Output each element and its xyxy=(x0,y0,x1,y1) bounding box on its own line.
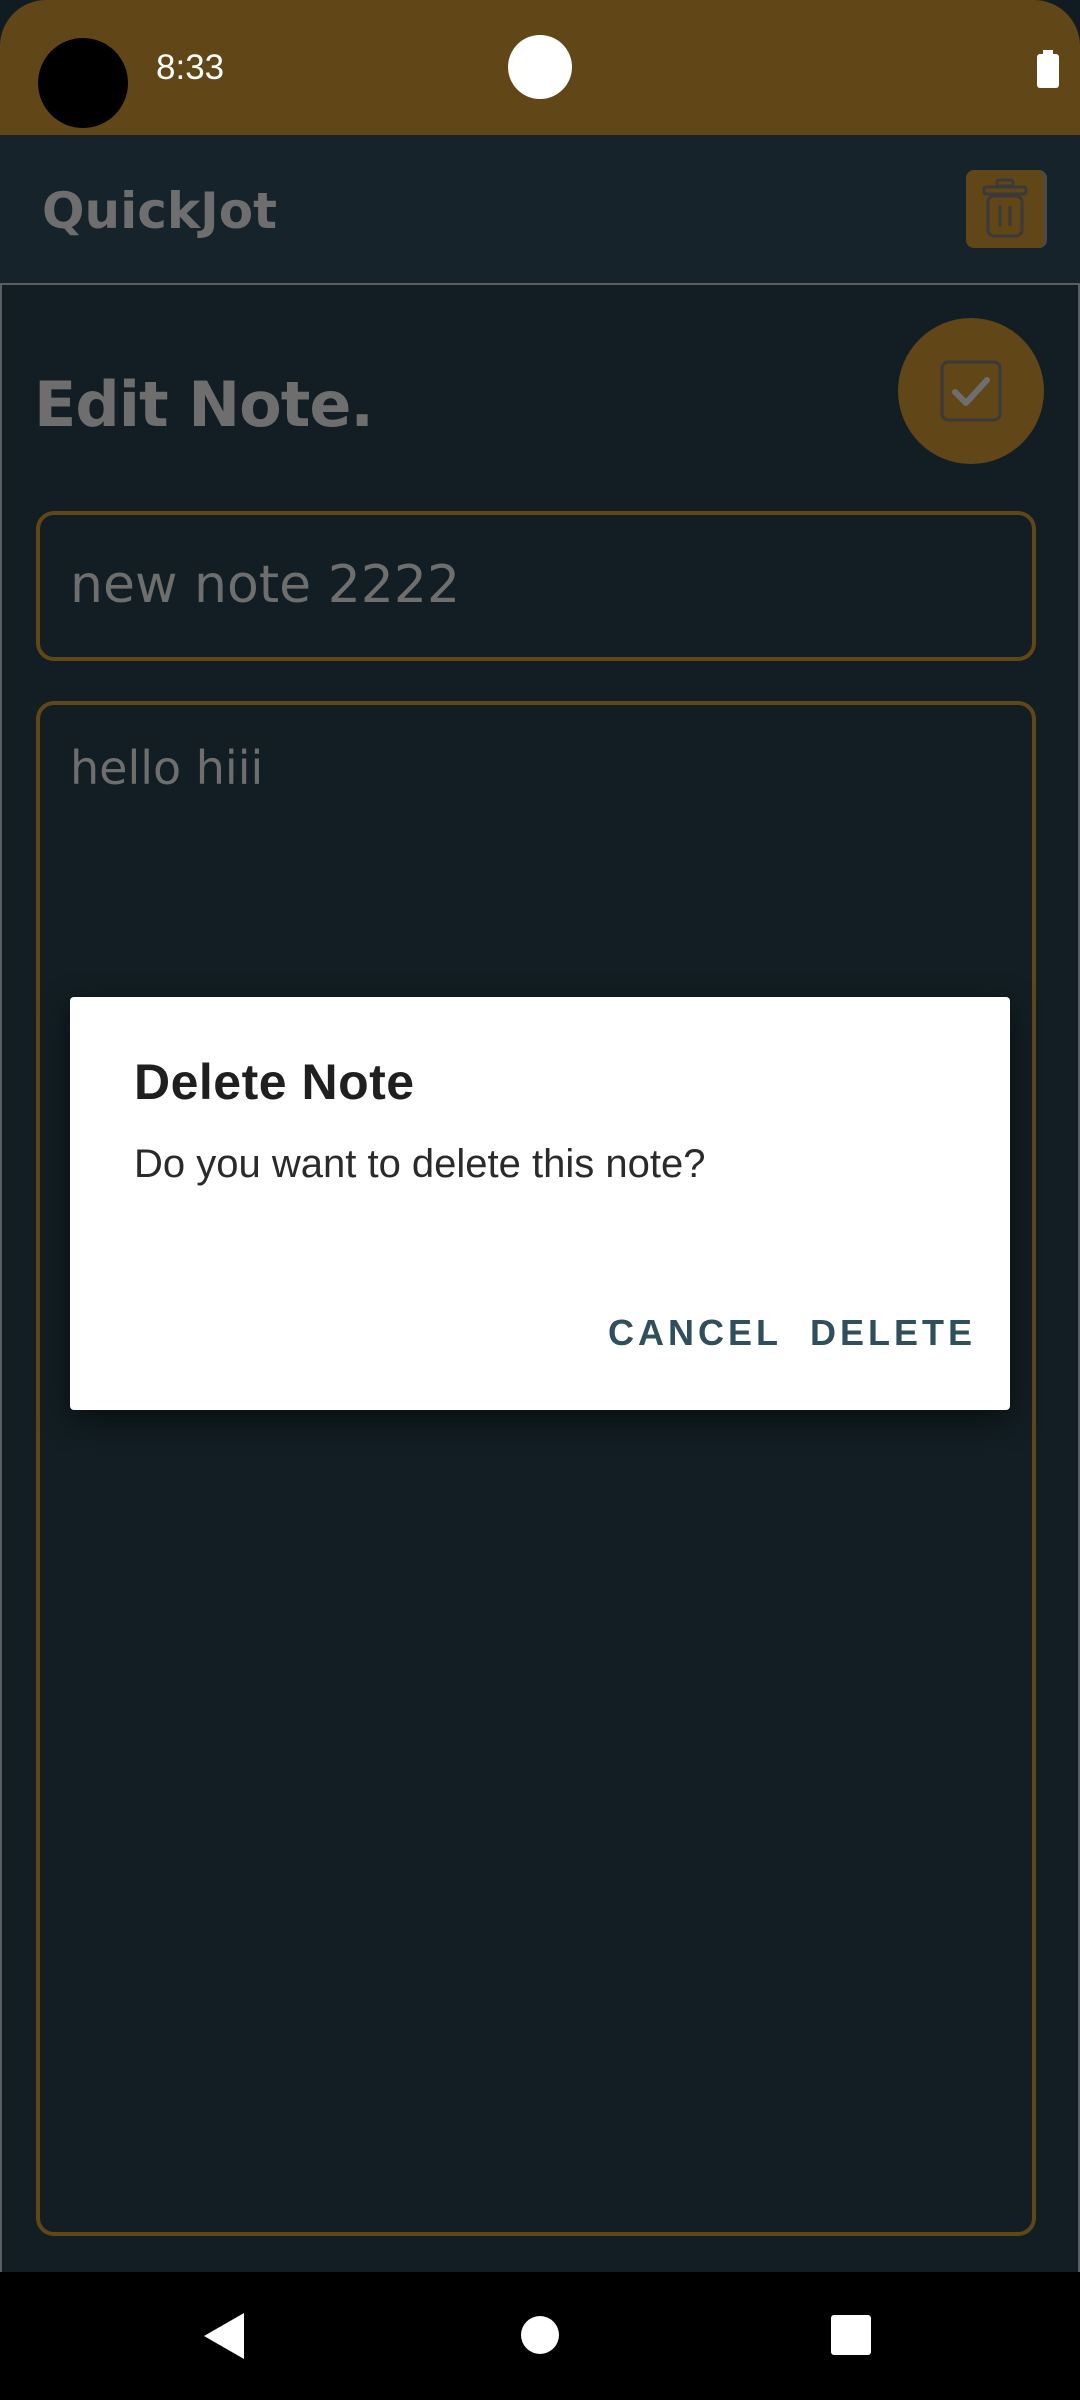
save-note-button[interactable] xyxy=(898,318,1044,464)
back-triangle-icon[interactable] xyxy=(204,2313,244,2359)
app-title: QuickJot xyxy=(42,182,277,240)
delete-confirm-dialog: Delete Note Do you want to delete this n… xyxy=(70,997,1010,1410)
camera-cutout xyxy=(38,38,128,128)
dialog-message: Do you want to delete this note? xyxy=(134,1142,706,1186)
recents-square-icon[interactable] xyxy=(831,2315,871,2355)
checkbox-check-icon xyxy=(940,360,1002,422)
note-title-input[interactable]: new note 2222 xyxy=(36,511,1036,661)
screen: 8:33 QuickJot Edit Note. new note 2222 h… xyxy=(0,0,1080,2400)
trash-icon xyxy=(982,178,1028,238)
status-bar: 8:33 xyxy=(0,0,1080,135)
note-body-value: hello hiii xyxy=(70,741,264,795)
dialog-title: Delete Note xyxy=(134,1054,415,1110)
notification-dot-icon xyxy=(508,35,572,99)
cancel-button[interactable]: CANCEL xyxy=(608,1312,782,1354)
delete-note-button[interactable] xyxy=(966,170,1044,248)
status-time: 8:33 xyxy=(156,48,225,87)
page-title: Edit Note. xyxy=(34,368,374,441)
battery-icon xyxy=(1037,50,1059,88)
home-circle-icon[interactable] xyxy=(521,2316,559,2354)
delete-button[interactable]: DELETE xyxy=(810,1312,976,1354)
note-body-input[interactable]: hello hiii xyxy=(36,701,1036,2236)
note-title-value: new note 2222 xyxy=(70,555,461,615)
